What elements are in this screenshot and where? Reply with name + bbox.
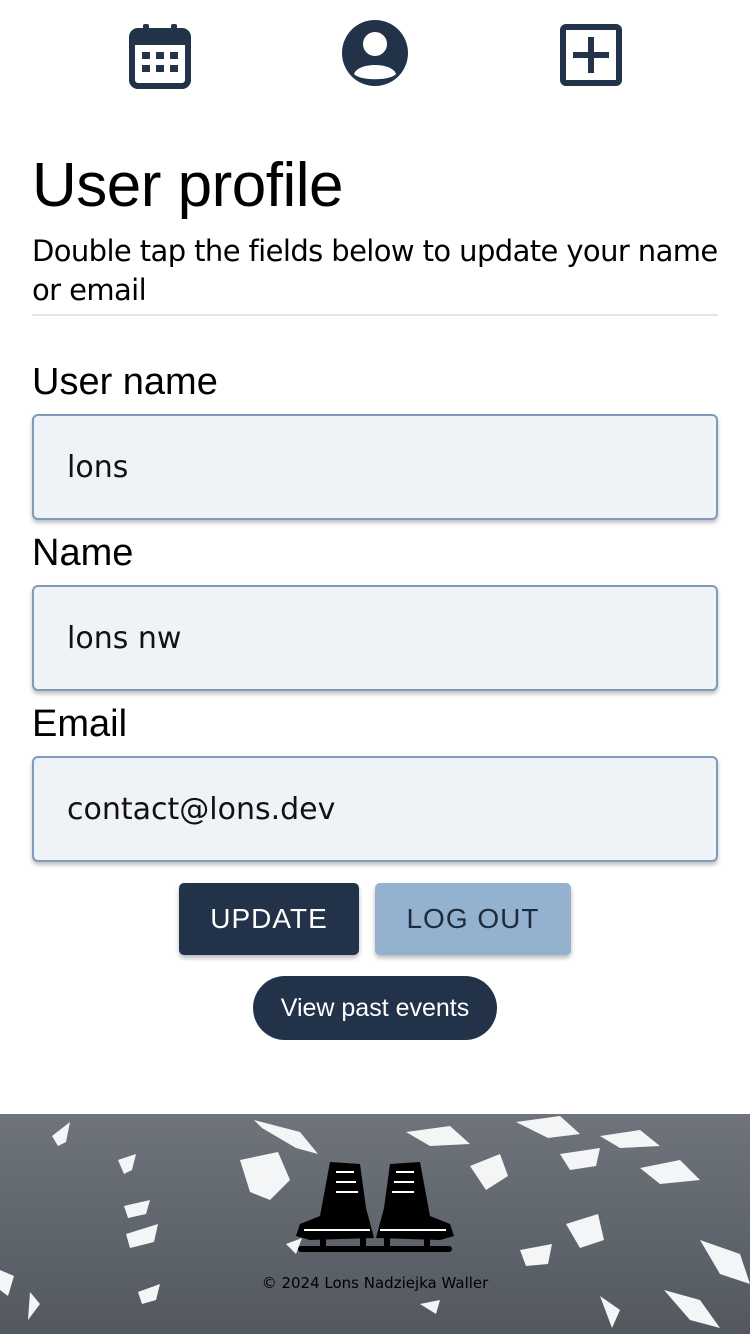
nav-profile-button[interactable]: [335, 13, 415, 93]
email-input[interactable]: [32, 756, 718, 862]
nav-calendar-button[interactable]: [120, 15, 200, 95]
user-circle-icon: [342, 20, 408, 86]
top-navigation: [0, 0, 750, 110]
name-input[interactable]: [32, 585, 718, 691]
header-divider: [32, 314, 718, 316]
ice-skates-icon: [296, 1162, 454, 1252]
name-label: Name: [32, 532, 134, 574]
username-input[interactable]: [32, 414, 718, 520]
profile-header: User profile Double tap the fields below…: [32, 150, 718, 316]
copyright-text: © 2024 Lons Nadziejka Waller: [261, 1274, 489, 1292]
user-profile-page: User profile Double tap the fields below…: [0, 0, 750, 1334]
page-subtitle: Double tap the fields below to update yo…: [32, 234, 718, 307]
page-title: User profile: [32, 151, 344, 220]
view-past-events-button[interactable]: View past events: [253, 976, 497, 1040]
username-label: User name: [32, 361, 218, 403]
footer: © 2024 Lons Nadziejka Waller: [0, 1114, 750, 1334]
update-button[interactable]: UPDATE: [179, 883, 359, 955]
email-label: Email: [32, 703, 128, 745]
calendar-icon: [129, 24, 191, 89]
logout-button[interactable]: LOG OUT: [375, 883, 571, 955]
nav-add-button[interactable]: [551, 15, 631, 95]
plus-square-icon: [560, 24, 622, 86]
